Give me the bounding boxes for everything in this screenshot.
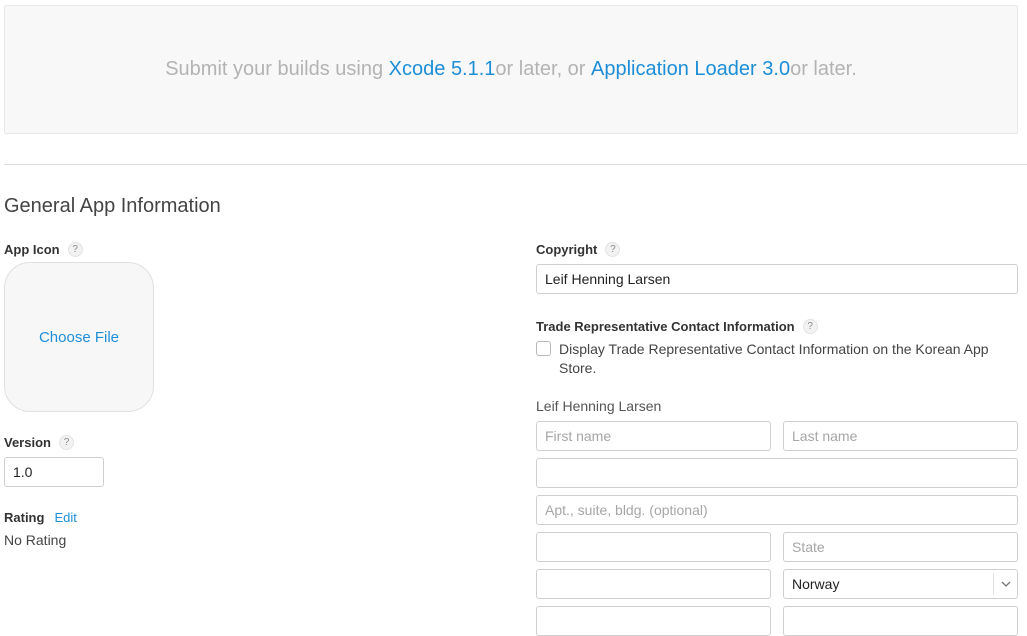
app-icon-label: App Icon — [4, 242, 60, 257]
extra-field-right[interactable] — [783, 606, 1018, 636]
rating-label-row: Rating Edit — [4, 510, 77, 525]
chevron-down-icon — [993, 573, 1017, 595]
trade-rep-help-icon[interactable]: ? — [802, 319, 818, 334]
section-title: General App Information — [4, 195, 221, 217]
extra-field-left[interactable] — [536, 606, 771, 636]
choose-file-button[interactable]: Choose File — [39, 329, 119, 346]
build-submission-banner: Submit your builds using Xcode 5.1.1 or … — [4, 5, 1018, 134]
copyright-label-row: Copyright ? — [536, 242, 621, 257]
section-divider — [4, 164, 1027, 165]
copyright-help-icon[interactable]: ? — [605, 242, 621, 257]
app-icon-drop-zone[interactable]: Choose File — [4, 262, 154, 412]
trade-rep-checkbox-label[interactable]: Display Trade Representative Contact Inf… — [559, 340, 1018, 378]
rating-label: Rating — [4, 510, 45, 525]
copyright-label: Copyright — [536, 242, 598, 257]
address-line1-input[interactable] — [536, 458, 1018, 488]
app-icon-help-icon[interactable]: ? — [67, 242, 83, 257]
trade-rep-name: Leif Henning Larsen — [536, 398, 662, 414]
rating-value: No Rating — [4, 532, 67, 548]
first-name-input[interactable] — [536, 421, 771, 451]
state-input[interactable] — [783, 532, 1018, 562]
version-label-row: Version ? — [4, 435, 74, 450]
banner-middle: or later, or — [495, 58, 586, 80]
xcode-link[interactable]: Xcode 5.1.1 — [389, 58, 496, 81]
version-input[interactable] — [4, 457, 104, 487]
trade-rep-label: Trade Representative Contact Information — [536, 319, 795, 334]
trade-rep-checkbox-row[interactable]: Display Trade Representative Contact Inf… — [536, 340, 1018, 378]
postal-code-input[interactable] — [536, 569, 771, 599]
city-input[interactable] — [536, 532, 771, 562]
copyright-input[interactable] — [536, 264, 1018, 294]
version-label: Version — [4, 435, 51, 450]
country-select[interactable]: Norway — [783, 569, 1018, 599]
trade-rep-label-row: Trade Representative Contact Information… — [536, 319, 818, 334]
trade-rep-checkbox[interactable] — [536, 341, 551, 356]
app-icon-label-row: App Icon ? — [4, 242, 83, 257]
banner-suffix: or later. — [790, 58, 857, 80]
version-help-icon[interactable]: ? — [58, 435, 74, 450]
banner-prefix: Submit your builds using — [165, 58, 384, 80]
last-name-input[interactable] — [783, 421, 1018, 451]
application-loader-link[interactable]: Application Loader 3.0 — [591, 58, 790, 81]
address-line2-input[interactable] — [536, 495, 1018, 525]
rating-edit-link[interactable]: Edit — [54, 510, 76, 525]
country-value: Norway — [792, 576, 840, 592]
